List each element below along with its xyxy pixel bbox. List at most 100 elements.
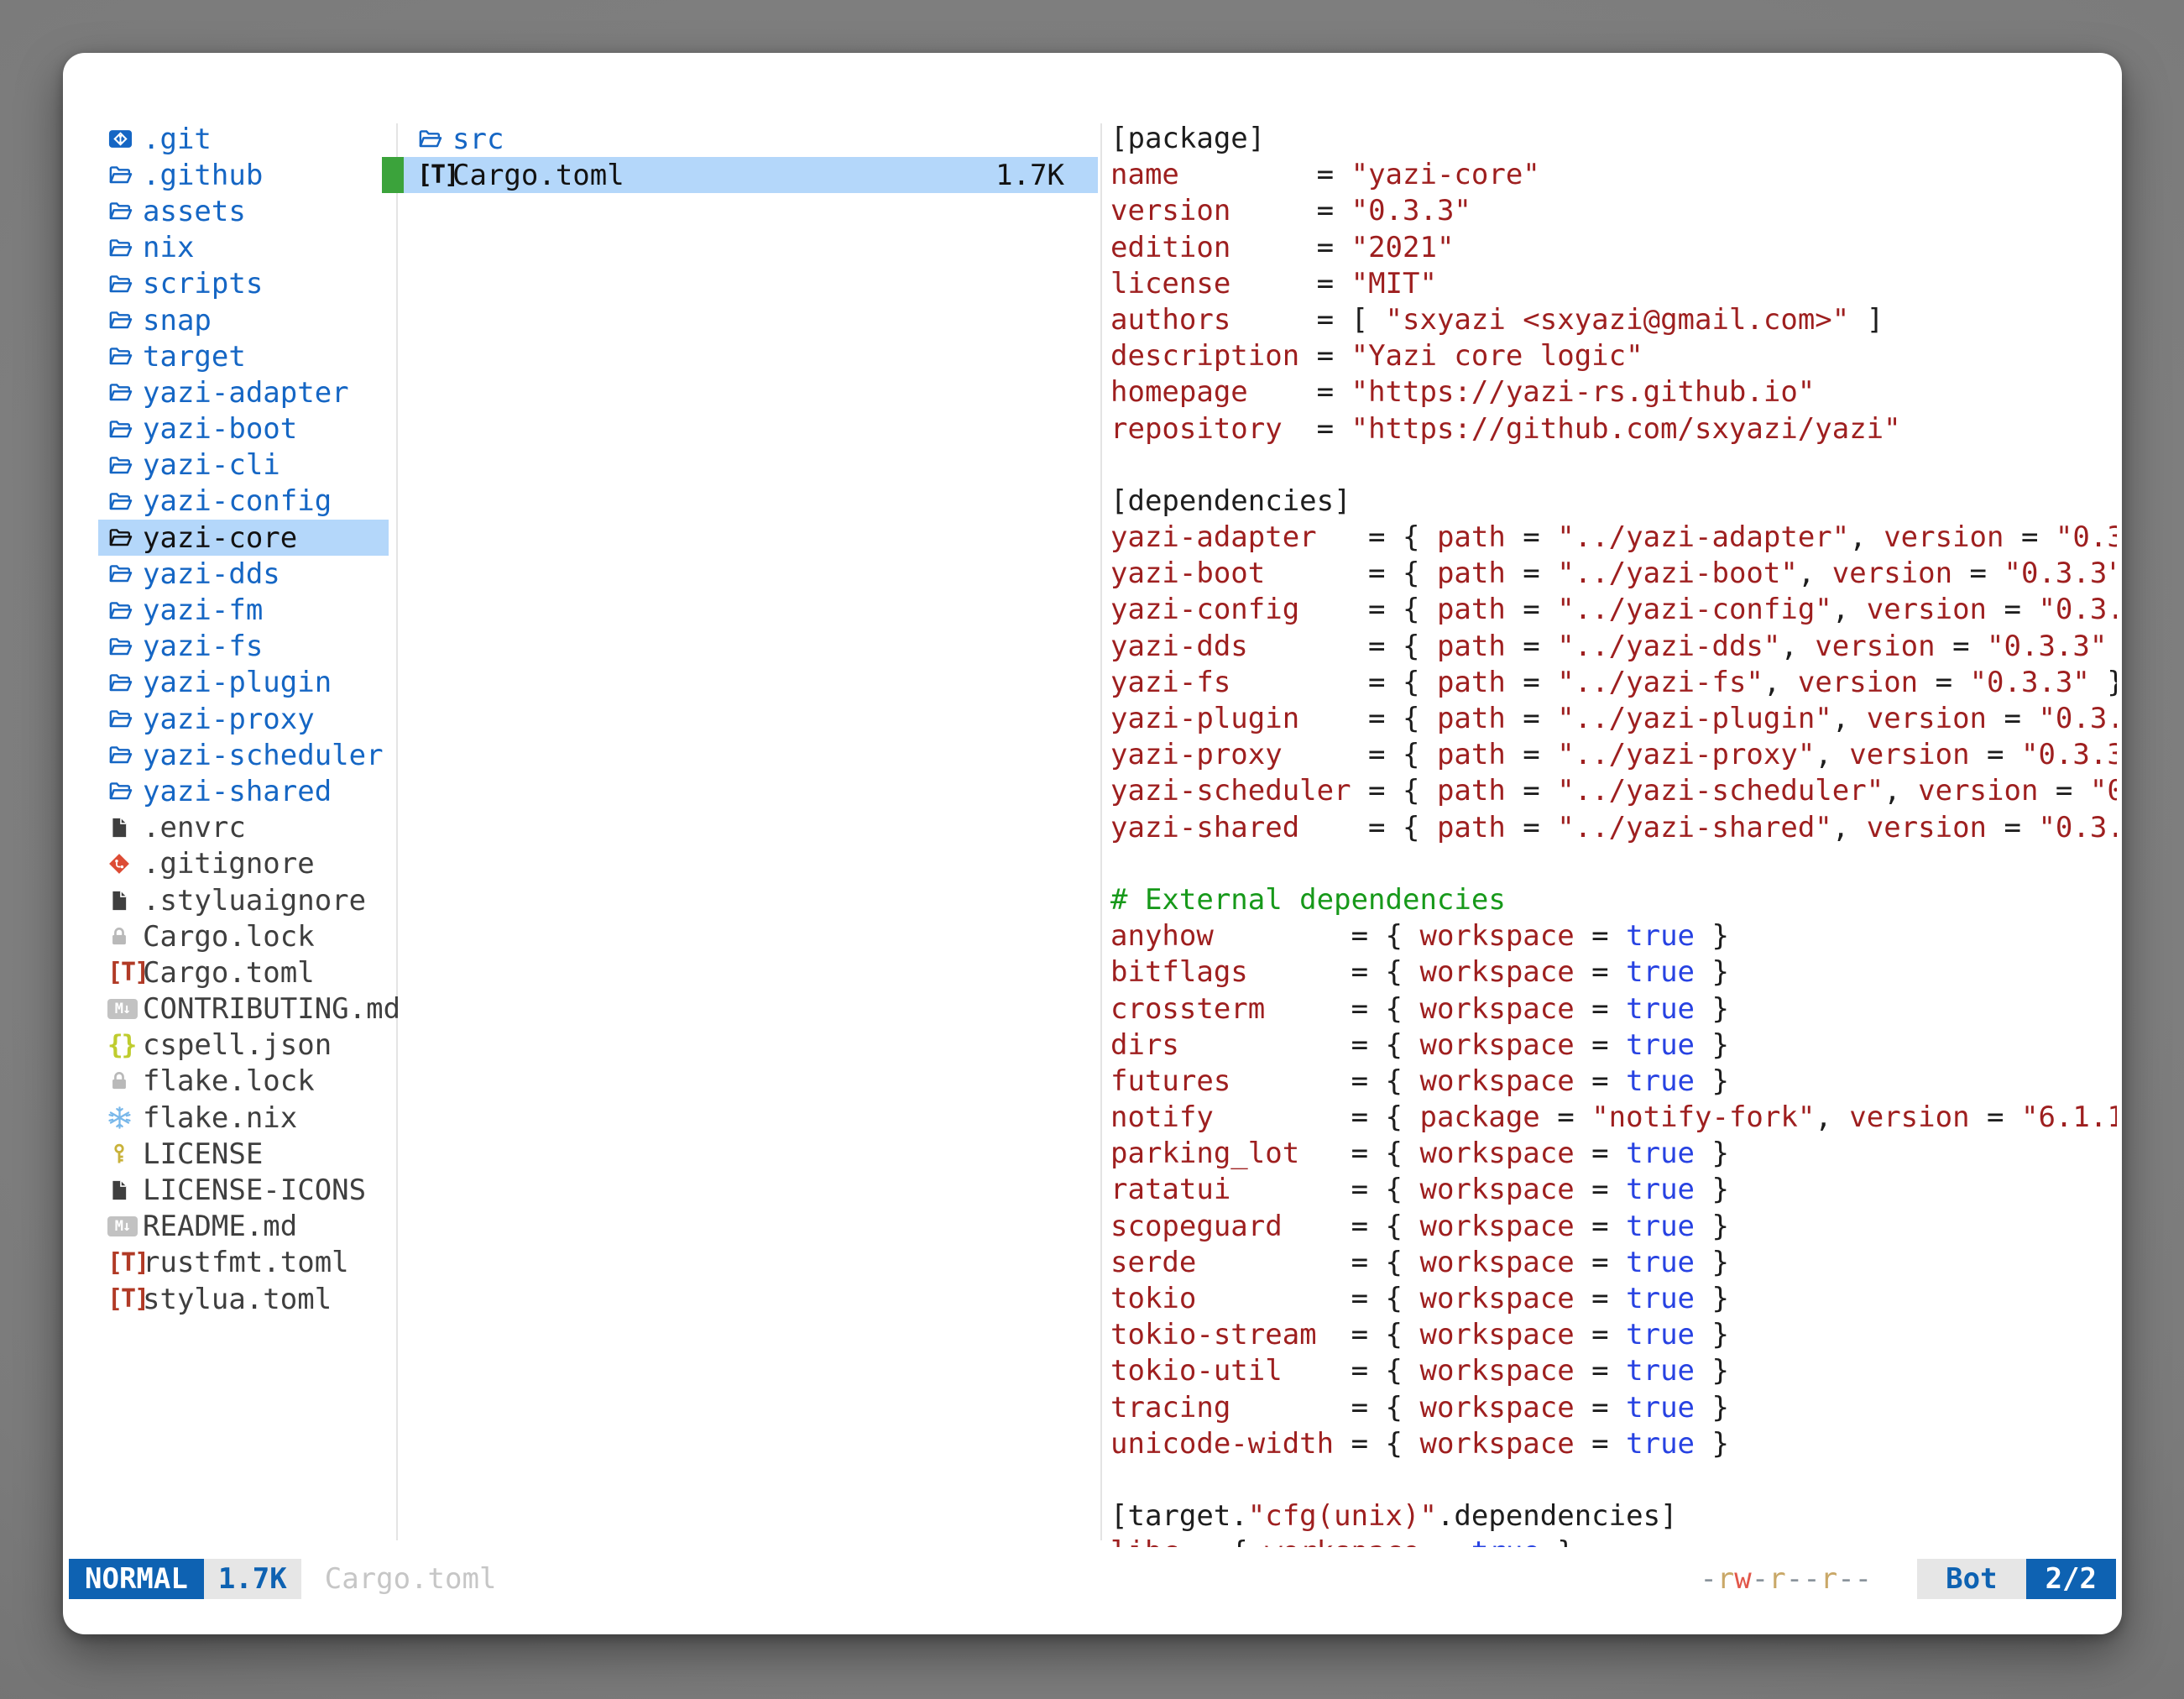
perm-char: - [1855,1562,1872,1596]
toml-icon: [T] [107,1248,143,1278]
entry-name: flake.lock [143,1064,315,1098]
preview-line: yazi-shared = { path = "../yazi-shared",… [1110,810,2117,846]
lock-icon [107,1069,143,1093]
pane-separator [1100,123,1102,1540]
preview-line: anyhow = { workspace = true } [1110,918,2117,954]
file-row[interactable]: .envrc [98,810,389,846]
preview-line: edition = "2021" [1110,230,2117,266]
entry-name: flake.nix [143,1101,297,1135]
entry-name: cspell.json [143,1028,332,1062]
dir-row[interactable]: yazi-shared [98,773,389,809]
markdown-icon: M↓ [107,1216,143,1236]
preview-line: yazi-boot = { path = "../yazi-boot", ver… [1110,556,2117,592]
file-row[interactable]: .styluaignore [98,882,389,918]
dir-row[interactable]: yazi-scheduler [98,737,389,773]
dir-row[interactable]: nix [98,230,389,266]
preview-line: parking_lot = { workspace = true } [1110,1136,2117,1172]
dir-row[interactable]: .git [98,121,389,157]
parent-pane: .git.githubassetsnixscriptssnaptargetyaz… [98,121,389,1317]
braces-icon: {} [107,1030,143,1060]
dir-row[interactable]: yazi-config [98,484,389,520]
dir-row[interactable]: .github [98,157,389,193]
entry-name: yazi-core [143,521,297,555]
file-row[interactable]: .gitignore [98,846,389,882]
folder-icon [107,452,143,478]
preview-line: futures = { workspace = true } [1110,1064,2117,1100]
file-row[interactable]: [T]stylua.toml [98,1281,389,1317]
dir-row[interactable]: src [382,121,1098,157]
preview-line: scopeguard = { workspace = true } [1110,1209,2117,1245]
file-row[interactable]: flake.lock [98,1064,389,1100]
perm-char: r [1769,1562,1785,1596]
preview-line: [target."cfg(unix)".dependencies] [1110,1498,2117,1534]
preview-line: notify = { package = "notify-fork", vers… [1110,1100,2117,1136]
perm-char: - [1700,1562,1716,1596]
dir-row[interactable]: yazi-cli [98,447,389,484]
preview-line [1110,1462,2117,1498]
folder-icon [107,598,143,624]
folder-icon [107,778,143,804]
dir-row[interactable]: scripts [98,266,389,302]
preview-line [1110,846,2117,882]
file-size: 1.7K [995,159,1098,192]
preview-line: [package] [1110,121,2117,157]
entry-name: yazi-dds [143,557,280,591]
dir-row[interactable]: yazi-fm [98,592,389,628]
preview-line: serde = { workspace = true } [1110,1245,2117,1281]
file-row[interactable]: M↓CONTRIBUTING.md [98,991,389,1027]
dir-row[interactable]: snap [98,302,389,338]
folder-icon [107,525,143,551]
perm-char: w [1734,1562,1751,1596]
status-bar: NORMAL 1.7K Cargo.toml -rw-r--r-- Bot 2/… [69,1559,2116,1599]
entry-name: assets [143,195,246,228]
preview-line: name = "yazi-core" [1110,157,2117,193]
file-row[interactable]: LICENSE-ICONS [98,1172,389,1208]
entry-name: CONTRIBUTING.md [143,992,400,1026]
file-row[interactable]: flake.nix [98,1100,389,1136]
preview-line: tracing = { workspace = true } [1110,1390,2117,1426]
file-row[interactable]: LICENSE [98,1136,389,1172]
folder-icon [107,307,143,333]
folder-icon [107,706,143,732]
file-row[interactable]: [T]rustfmt.toml [98,1245,389,1281]
dir-row[interactable]: yazi-adapter [98,374,389,410]
file-row[interactable]: Cargo.lock [98,918,389,954]
folder-icon [107,416,143,442]
entry-name: yazi-config [143,484,332,518]
file-row[interactable]: [T]Cargo.toml1.7K [382,157,1098,193]
scroll-position-chip: Bot [1917,1559,2025,1599]
dir-row[interactable]: yazi-core [98,520,389,556]
preview-line: version = "0.3.3" [1110,193,2117,229]
preview-line: tokio-stream = { workspace = true } [1110,1317,2117,1353]
folder-icon [107,379,143,405]
entry-name: .github [143,159,263,192]
folder-icon [417,126,452,152]
preview-line: bitflags = { workspace = true } [1110,954,2117,991]
file-row[interactable]: {}cspell.json [98,1027,389,1064]
dir-row[interactable]: yazi-boot [98,411,389,447]
dir-row[interactable]: yazi-plugin [98,665,389,701]
entry-name: target [143,340,246,374]
entry-name: LICENSE-ICONS [143,1174,366,1207]
dir-row[interactable]: yazi-proxy [98,701,389,737]
file-permissions: -rw-r--r-- [1700,1559,1872,1599]
preview-line: homepage = "https://yazi-rs.github.io" [1110,374,2117,410]
preview-line: libc = { workspace = true } [1110,1534,2117,1547]
desktop-background: { "colors": { "accent_blue": "#1566c4", … [0,0,2184,1699]
preview-line: yazi-dds = { path = "../yazi-dds", versi… [1110,629,2117,665]
entry-name: yazi-adapter [143,376,349,410]
entry-name: yazi-scheduler [143,739,384,772]
preview-line: crossterm = { workspace = true } [1110,991,2117,1027]
folder-icon [107,742,143,768]
file-row[interactable]: [T]Cargo.toml [98,954,389,991]
toml-icon: [T] [107,958,143,987]
dir-row[interactable]: yazi-fs [98,629,389,665]
file-row[interactable]: M↓README.md [98,1209,389,1245]
dir-row[interactable]: target [98,338,389,374]
dir-row[interactable]: yazi-dds [98,556,389,592]
preview-line: repository = "https://github.com/sxyazi/… [1110,411,2117,447]
preview-line: authors = [ "sxyazi <sxyazi@gmail.com>" … [1110,302,2117,338]
toml-icon: [T] [417,160,452,190]
dir-row[interactable]: assets [98,193,389,229]
entry-name: src [452,123,504,156]
